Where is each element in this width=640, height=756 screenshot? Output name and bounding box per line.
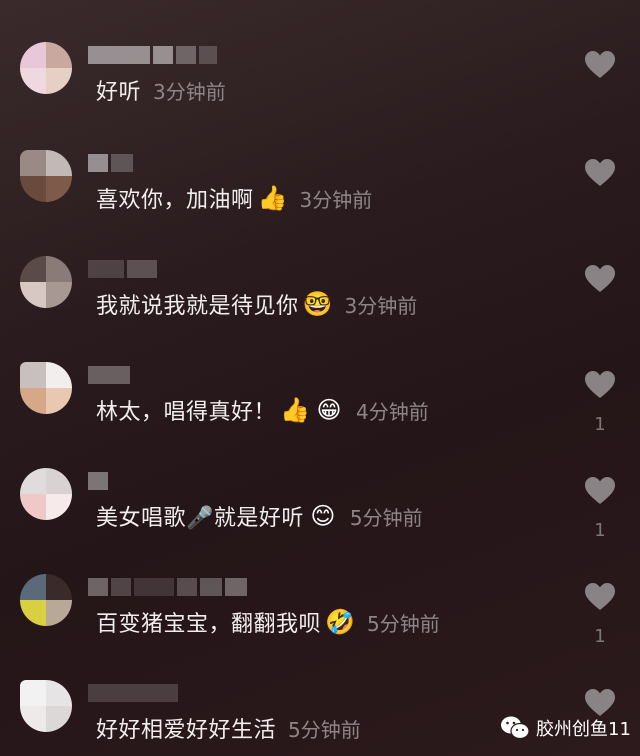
username-blurred[interactable] [88, 46, 217, 64]
comment-time: 3分钟前 [299, 187, 373, 212]
comment-text: 喜欢你，加油啊 [96, 188, 254, 213]
like-count: 1 [594, 520, 606, 541]
comment-item: 百变猪宝宝，翻翻我呗 🤣 5分钟前 1 [0, 574, 640, 680]
avatar[interactable] [20, 680, 72, 732]
avatar[interactable] [20, 150, 72, 202]
comment-text: 林太，唱得真好！ [96, 400, 277, 425]
avatar[interactable] [20, 468, 72, 520]
avatar[interactable] [20, 574, 72, 626]
comment-item: 林太，唱得真好！ 👍 😁 4分钟前 1 [0, 362, 640, 468]
comment-row: 好好相爱好好生活 5分钟前 [96, 710, 361, 746]
comment-row: 百变猪宝宝，翻翻我呗 🤣 5分钟前 [96, 604, 440, 640]
comment-item: 喜欢你，加油啊 👍 3分钟前 [0, 150, 640, 256]
comment-row: 我就说我就是待见你 🤓 3分钟前 [96, 286, 417, 322]
like-count: 1 [594, 414, 606, 435]
heart-icon[interactable] [584, 264, 616, 294]
comment-row: 美女唱歌🎤就是好听 😊 5分钟前 [96, 498, 423, 534]
thumbs-up-emoji: 👍 [280, 396, 310, 424]
smiling-face-emoji: 😊 [310, 502, 336, 530]
wechat-icon [501, 716, 530, 740]
username-blurred[interactable] [88, 260, 157, 278]
comment-time: 5分钟前 [367, 611, 440, 636]
avatar[interactable] [20, 42, 72, 94]
comment-row: 喜欢你，加油啊 👍 3分钟前 [96, 180, 372, 216]
rolling-laughing-emoji: 🤣 [325, 608, 355, 636]
comment-time: 3分钟前 [344, 293, 418, 318]
comment-list: 好听 3分钟前 喜欢你，加油啊 👍 3分钟前 我就说我就是待见你 🤓 3分钟前 … [0, 0, 640, 756]
username-blurred[interactable] [88, 366, 130, 384]
heart-icon[interactable] [584, 50, 616, 80]
comment-text: 我就说我就是待见你 [96, 294, 299, 319]
username-blurred[interactable] [88, 684, 178, 702]
thumbs-up-emoji: 👍 [257, 184, 288, 212]
comment-time: 4分钟前 [356, 399, 429, 424]
comment-text: 好好相爱好好生活 [96, 718, 277, 743]
heart-icon[interactable] [584, 158, 616, 188]
comment-text: 美女唱歌🎤就是好听 [96, 506, 304, 531]
comment-row: 好听 3分钟前 [96, 72, 226, 108]
comment-item: 美女唱歌🎤就是好听 😊 5分钟前 1 [0, 468, 640, 574]
grinning-face-emoji: 😁 [316, 396, 342, 424]
username-blurred[interactable] [88, 154, 133, 172]
avatar[interactable] [20, 362, 72, 414]
comment-time: 5分钟前 [288, 717, 361, 742]
comment-text: 好听 [96, 80, 142, 105]
nerd-face-emoji: 🤓 [302, 290, 333, 318]
like-count: 1 [594, 626, 606, 647]
username-blurred[interactable] [88, 472, 108, 490]
username-blurred[interactable] [88, 578, 247, 596]
comment-item: 我就说我就是待见你 🤓 3分钟前 [0, 256, 640, 362]
comment-item: 好听 3分钟前 [0, 42, 640, 148]
watermark-text: 胶州创鱼11 [536, 719, 631, 740]
watermark: 胶州创鱼11 [500, 712, 631, 744]
comment-row: 林太，唱得真好！ 👍 😁 4分钟前 [96, 392, 429, 428]
comment-time: 3分钟前 [153, 79, 226, 104]
comment-text: 百变猪宝宝，翻翻我呗 [96, 612, 322, 637]
avatar[interactable] [20, 256, 72, 308]
heart-icon[interactable] [584, 582, 616, 612]
heart-icon[interactable] [584, 476, 616, 506]
comment-time: 5分钟前 [349, 505, 423, 530]
heart-icon[interactable] [584, 370, 616, 400]
